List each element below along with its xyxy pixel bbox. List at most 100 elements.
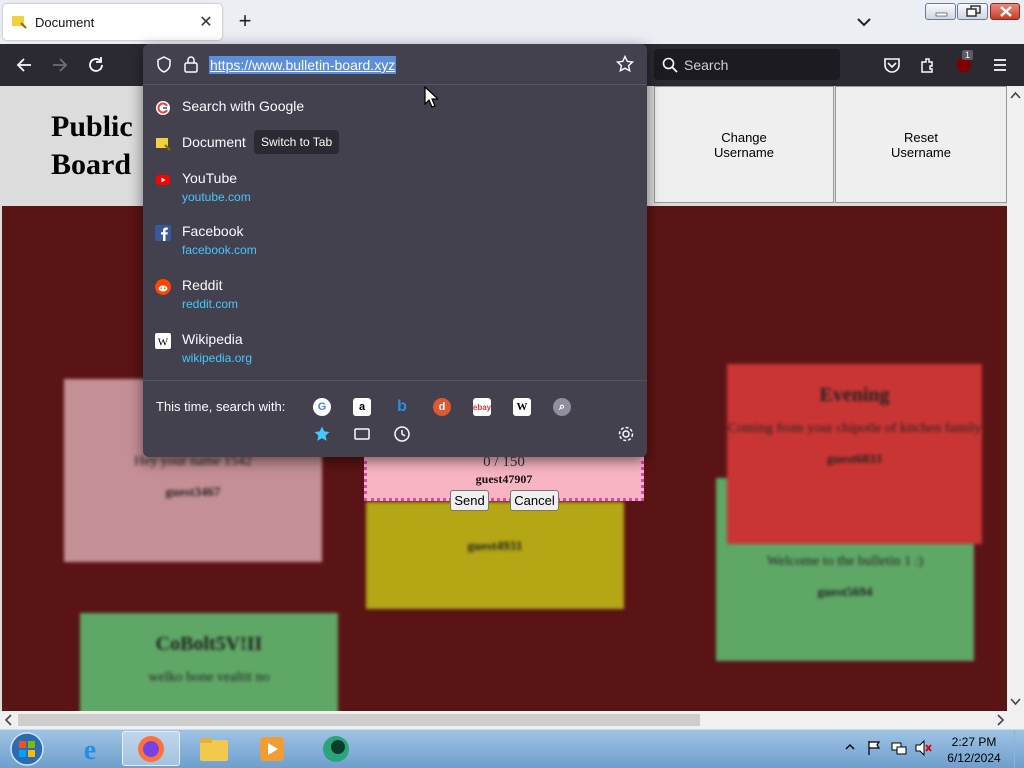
taskbar-firefox[interactable] [122, 731, 180, 766]
send-button[interactable]: Send [450, 490, 489, 511]
svg-text:W: W [158, 337, 169, 349]
suggestion-wikipedia[interactable]: W Wikipedia wikipedia.org [143, 327, 647, 379]
suggestion-facebook[interactable]: Facebook facebook.com [143, 219, 647, 271]
network-icon[interactable] [891, 740, 907, 756]
close-window-button[interactable] [990, 3, 1020, 20]
cancel-button[interactable]: Cancel [510, 490, 559, 511]
search-bar[interactable]: Search [654, 49, 840, 80]
restore-button[interactable] [957, 3, 988, 20]
app-globe-icon [323, 735, 349, 762]
minimize-button[interactable] [925, 3, 956, 20]
search-icon[interactable]: ⌕ [553, 398, 571, 416]
reload-icon [89, 57, 103, 72]
document-icon [12, 16, 27, 29]
taskbar-explorer[interactable] [188, 731, 240, 766]
taskbar-app[interactable] [310, 731, 362, 766]
note-yellow[interactable]: guest4931 [366, 502, 624, 609]
show-hidden-icons-icon[interactable] [845, 742, 855, 752]
note-title: Evening [819, 384, 890, 406]
minimize-icon [935, 12, 948, 17]
tabs-icon[interactable] [353, 425, 371, 443]
page-title-line2: Board [51, 148, 132, 181]
note-red[interactable]: Evening Coming from your chipotle of kit… [727, 364, 982, 544]
scroll-left-icon[interactable] [2, 711, 16, 729]
media-player-icon [260, 736, 284, 761]
duckduckgo-icon[interactable]: d [433, 398, 451, 416]
suggestion-title: Reddit [182, 277, 223, 293]
close-tab-icon[interactable]: ✕ [196, 12, 216, 32]
back-button[interactable] [11, 52, 37, 78]
scroll-down-icon[interactable] [1007, 695, 1024, 709]
puzzle-icon [921, 58, 933, 73]
google-icon[interactable]: G [313, 398, 331, 416]
show-desktop-button[interactable] [1014, 730, 1024, 768]
ublock-button[interactable]: 1 [951, 50, 977, 78]
suggestion-url: wikipedia.org [182, 351, 253, 365]
reset-username-button[interactable]: Reset Username [835, 86, 1007, 203]
back-arrow-icon [16, 58, 31, 72]
new-tab-button[interactable]: + [234, 10, 256, 34]
suggestion-title: Facebook [182, 223, 244, 239]
suggestion-youtube[interactable]: YouTube youtube.com [143, 166, 647, 218]
firefox-icon [138, 735, 164, 762]
windows-start-icon [10, 731, 44, 766]
url-input[interactable]: https://www.bulletin-board.xyz [209, 56, 397, 74]
pocket-button[interactable] [879, 52, 905, 78]
bookmarks-star-icon[interactable] [313, 425, 331, 443]
scroll-up-icon[interactable] [1007, 88, 1024, 102]
scroll-right-icon[interactable] [993, 711, 1007, 729]
lock-icon[interactable] [183, 55, 199, 73]
bing-icon[interactable]: b [393, 398, 411, 416]
suggestion-title: YouTube [182, 170, 238, 186]
page-title: Public Board [51, 108, 133, 184]
horizontal-scroll-thumb[interactable] [18, 714, 700, 726]
horizontal-scrollbar[interactable] [0, 711, 1024, 729]
change-username-button[interactable]: Change Username [654, 86, 834, 203]
ebay-icon[interactable]: ebay [473, 398, 491, 416]
compose-note: 0 / 150 guest47907 [364, 454, 644, 501]
note-author: guest6833 [827, 451, 882, 466]
url-bar[interactable]: https://www.bulletin-board.xyz [143, 44, 647, 85]
reload-button[interactable] [83, 52, 109, 78]
hamburger-menu-icon [994, 59, 1006, 71]
taskbar-media-player[interactable] [246, 731, 298, 766]
suggestion-reddit[interactable]: Reddit reddit.com [143, 273, 647, 325]
note-body: Coming from your chipotle of kitchen fam… [727, 421, 982, 436]
compose-username: guest47907 [475, 472, 533, 486]
browser-tab-document[interactable]: Document ✕ [3, 4, 222, 40]
vertical-scrollbar[interactable] [1007, 86, 1024, 711]
restore-icon [966, 5, 981, 17]
clock-date: 6/12/2024 [947, 751, 1001, 765]
note-body: Welcome to the bulletin 1 :) [766, 554, 924, 569]
google-icon [156, 101, 170, 115]
taskbar-internet-explorer[interactable]: e [64, 731, 116, 766]
extensions-button[interactable] [915, 52, 941, 78]
amazon-icon[interactable]: a [353, 398, 371, 416]
forward-button[interactable] [47, 52, 73, 78]
menu-button[interactable] [987, 52, 1013, 78]
bookmark-star-icon[interactable] [616, 55, 634, 73]
search-settings-gear-icon[interactable] [617, 425, 635, 443]
system-clock[interactable]: 2:27 PM 6/12/2024 [936, 734, 1012, 766]
suggestion-url: facebook.com [182, 243, 257, 257]
note-green-left[interactable]: CoBolt5V!II welko bone vealtit no [80, 613, 338, 711]
suggestion-title: Search with Google [182, 98, 305, 114]
clock-time: 2:27 PM [951, 735, 997, 749]
reddit-icon [155, 279, 171, 295]
wikipedia-icon[interactable]: W [513, 398, 531, 416]
search-icon [662, 57, 678, 73]
chevron-down-icon[interactable] [854, 12, 874, 32]
mouse-cursor-icon [424, 86, 438, 108]
switch-to-tab-label[interactable]: Switch to Tab [254, 130, 340, 154]
document-icon [156, 138, 171, 151]
close-icon [1000, 6, 1012, 17]
ublock-badge: 1 [962, 50, 974, 60]
tracking-shield-icon[interactable] [156, 56, 172, 73]
note-author: guest3467 [165, 484, 221, 499]
volume-muted-icon[interactable] [915, 740, 933, 756]
history-clock-icon[interactable] [393, 425, 411, 443]
internet-explorer-icon: e [84, 735, 96, 764]
start-button[interactable] [0, 731, 54, 766]
tab-title: Document [35, 14, 95, 30]
action-center-flag-icon[interactable] [866, 740, 882, 756]
